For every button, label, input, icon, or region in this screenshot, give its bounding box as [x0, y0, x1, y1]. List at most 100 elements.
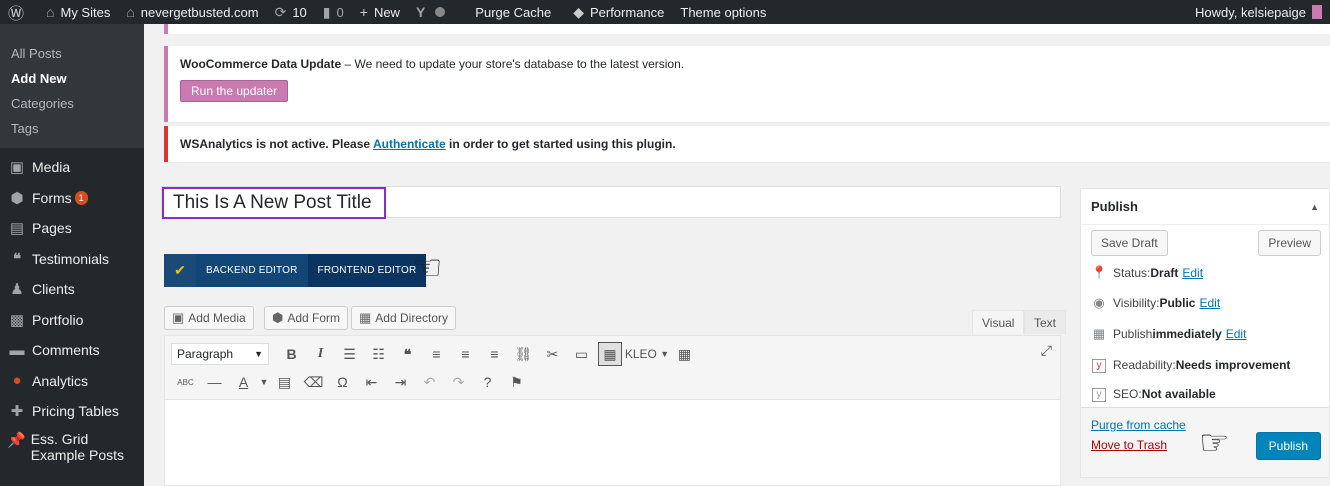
new-content-menu[interactable]: + New [352, 0, 408, 24]
chevron-down-icon: ▼ [254, 349, 263, 359]
sidebar-item-label: Comments [32, 342, 100, 359]
link-icon[interactable]: ⛓ [509, 342, 538, 366]
purge-cache-menu[interactable]: Purge Cache [467, 0, 559, 24]
sidebar-item-analytics[interactable]: ● Analytics [0, 366, 144, 397]
save-draft-button[interactable]: Save Draft [1091, 230, 1168, 256]
edit-status-link[interactable]: Edit [1182, 266, 1203, 280]
numbered-list-icon[interactable]: ☷ [364, 342, 393, 366]
strikethrough-icon[interactable]: ABC [171, 370, 200, 394]
add-form-button[interactable]: ⬢ Add Form [264, 306, 349, 330]
performance-menu[interactable]: ◆ Performance [565, 0, 672, 24]
sidebar-item-testimonials[interactable]: ❝ Testimonials [0, 244, 144, 275]
align-left-icon[interactable]: ≡ [422, 342, 451, 366]
fullscreen-icon[interactable]: ⤢ [1041, 342, 1052, 359]
redo-icon[interactable]: ↷ [444, 370, 473, 394]
text-color-icon[interactable]: A [229, 370, 258, 394]
purge-from-cache-link[interactable]: Purge from cache [1091, 418, 1186, 432]
special-character-icon[interactable]: Ω [328, 370, 357, 394]
analytics-icon: ● [12, 372, 22, 390]
paste-text-icon[interactable]: ▤ [270, 370, 299, 394]
toolbar-toggle-icon[interactable]: ▦ [598, 342, 622, 366]
wordpress-menu[interactable]: Ⓦ [0, 0, 38, 24]
visibility-row: ◉ Visibility: Public Edit [1091, 295, 1220, 311]
blockquote-icon[interactable]: ❝ [393, 342, 422, 366]
run-updater-button[interactable]: Run the updater [180, 80, 289, 102]
publish-button[interactable]: Publish [1255, 432, 1321, 460]
post-title-input[interactable]: This Is A New Post Title [162, 187, 386, 219]
comments-menu[interactable]: ▮ 0 [315, 0, 352, 24]
sidebar-item-media[interactable]: ▣ Media [0, 152, 144, 183]
indent-icon[interactable]: ⇥ [386, 370, 415, 394]
clear-formatting-icon[interactable]: ⌫ [299, 370, 328, 394]
sidebar-item-comments[interactable]: ▬ Comments [0, 335, 144, 366]
add-directory-button[interactable]: ▦ Add Directory [351, 306, 456, 330]
my-sites-menu[interactable]: ⌂ My Sites [38, 0, 118, 24]
site-name-menu[interactable]: ⌂ nevergetbusted.com [118, 0, 266, 24]
sidebar-item-pricing-tables[interactable]: ✚ Pricing Tables [0, 396, 144, 427]
edit-publish-date-link[interactable]: Edit [1226, 327, 1247, 341]
add-media-button[interactable]: ▣ Add Media [164, 306, 254, 330]
read-more-icon[interactable]: ▭ [567, 342, 596, 366]
readability-label: Readability: [1113, 357, 1176, 372]
new-label: New [373, 4, 400, 20]
align-center-icon[interactable]: ≡ [451, 342, 480, 366]
bullet-list-icon[interactable]: ☰ [335, 342, 364, 366]
edit-visibility-link[interactable]: Edit [1199, 296, 1220, 310]
undo-icon[interactable]: ↶ [415, 370, 444, 394]
grid-icon[interactable]: ▦ [670, 342, 699, 366]
publish-header[interactable]: Publish ▲ [1081, 189, 1329, 225]
account-menu[interactable]: Howdy, kelsiepaige [1195, 0, 1322, 24]
chevron-down-icon: ▼ [660, 349, 670, 359]
sidebar-item-label: Ess. Grid Example Posts [30, 430, 125, 463]
tab-visual[interactable]: Visual [972, 310, 1025, 334]
frontend-editor-button[interactable]: FRONTEND EDITOR [307, 254, 427, 287]
updates-count: 10 [292, 4, 307, 20]
help-icon[interactable]: ? [473, 370, 502, 394]
sidebar-item-portfolio[interactable]: ▩ Portfolio [0, 305, 144, 336]
sidebar-item-clients[interactable]: ♟ Clients [0, 274, 144, 305]
submenu-tags[interactable]: Tags [0, 117, 144, 142]
outdent-icon[interactable]: ⇤ [357, 370, 386, 394]
backend-editor-button[interactable]: BACKEND EDITOR [196, 254, 308, 287]
plus-icon: ✚ [10, 403, 24, 421]
add-form-label: Add Form [287, 311, 341, 325]
comments-icon: ▬ [9, 341, 25, 359]
media-icon: ▣ [172, 310, 185, 325]
align-right-icon[interactable]: ≡ [480, 342, 509, 366]
submenu-all-posts[interactable]: All Posts [0, 42, 144, 67]
pin-icon: 📍 [1091, 265, 1108, 280]
move-to-trash-link[interactable]: Move to Trash [1091, 438, 1167, 452]
authenticate-link[interactable]: Authenticate [373, 137, 446, 151]
comments-count: 0 [336, 4, 344, 20]
yoast-menu[interactable]: Y [408, 0, 453, 24]
format-select[interactable]: Paragraph ▼ [171, 343, 269, 365]
chevron-down-icon[interactable]: ▼ [258, 370, 270, 394]
sidebar-item-pages[interactable]: ▤ Pages [0, 213, 144, 244]
status-row: 📍 Status: Draft Edit [1091, 265, 1203, 281]
unlink-icon[interactable]: ✂ [538, 342, 567, 366]
bold-icon[interactable]: B [277, 342, 306, 366]
add-media-label: Add Media [188, 311, 246, 325]
submenu-add-new[interactable]: Add New [0, 67, 144, 92]
kleo-label: KLEO [624, 347, 657, 361]
sidebar-item-forms[interactable]: ⬢ Forms 1 [0, 183, 144, 214]
clients-icon: ♟ [10, 281, 24, 299]
sidebar-item-label: Media [32, 159, 71, 176]
updates-icon: ⟳ [274, 3, 287, 20]
visual-composer-logo-icon: ✔ [164, 254, 196, 287]
preview-button[interactable]: Preview [1258, 230, 1321, 256]
wordpress-icon: Ⓦ [8, 6, 25, 23]
submenu-categories[interactable]: Categories [0, 92, 144, 117]
horizontal-line-icon[interactable]: — [200, 370, 229, 394]
sidebar-item-ess-grid[interactable]: 📌 Ess. Grid Example Posts [0, 427, 144, 467]
tab-text[interactable]: Text [1024, 310, 1067, 334]
chevron-up-icon[interactable]: ▲ [1310, 202, 1319, 212]
kleo-shortcodes-button[interactable]: KLEO ▼ [624, 342, 670, 366]
bookmark-icon[interactable]: ⚑ [502, 370, 531, 394]
updates-menu[interactable]: ⟳ 10 [267, 0, 315, 24]
sidebar-item-label: Forms [32, 189, 72, 206]
italic-icon[interactable]: I [306, 342, 335, 366]
pin-icon: 📌 [7, 431, 26, 449]
ws-notice-text-after: in order to get started using this plugi… [445, 137, 676, 151]
theme-options-menu[interactable]: Theme options [672, 0, 774, 24]
